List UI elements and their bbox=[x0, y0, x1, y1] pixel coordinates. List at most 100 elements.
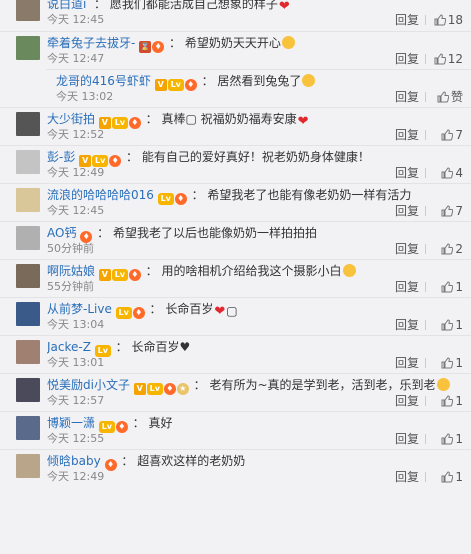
like-count: 7 bbox=[455, 128, 463, 142]
like-button[interactable]: 7 bbox=[429, 128, 463, 142]
reply-button[interactable]: 回复 bbox=[395, 432, 419, 446]
comment-item: 牵着兔子去拔牙- ⌛ ♦ ： 希望奶奶天天开心 今天 12:47 回复 12 bbox=[0, 31, 471, 69]
reply-button[interactable]: 回复 bbox=[395, 128, 419, 142]
avatar[interactable] bbox=[16, 302, 40, 326]
avatar[interactable] bbox=[16, 112, 40, 136]
username-link[interactable]: 牵着兔子去拔牙- bbox=[47, 36, 135, 50]
avatar[interactable] bbox=[16, 416, 40, 440]
avatar[interactable] bbox=[16, 454, 40, 478]
face-emoji-icon bbox=[281, 36, 295, 49]
face-emoji-icon bbox=[436, 378, 450, 391]
username-link[interactable]: 博颖一潇 bbox=[47, 416, 95, 430]
like-button[interactable]: 1 bbox=[429, 318, 463, 332]
like-button[interactable]: 7 bbox=[429, 204, 463, 218]
comment-line: 彭-彭 V Lv ♦ ： 能有自己的爱好真好！祝老奶奶身体健康！ bbox=[47, 147, 451, 169]
lv-badge-icon: Lv bbox=[115, 307, 132, 319]
comment-time: 今天 12:57 bbox=[47, 394, 105, 407]
divider bbox=[425, 206, 426, 216]
avatar[interactable] bbox=[16, 340, 40, 364]
comment-line: 龙哥的416号虾虾 V Lv ♦ ： 居然看到兔兔了 bbox=[56, 71, 451, 93]
v-badge-icon: V bbox=[154, 79, 167, 91]
reply-button[interactable]: 回复 bbox=[395, 52, 419, 66]
comment-line: 流浪的哈哈哈哈016 Lv ♦ ： 希望我老了也能有像老奶奶一样有活力 bbox=[47, 185, 451, 207]
avatar[interactable] bbox=[16, 226, 40, 250]
reply-button[interactable]: 回复 bbox=[395, 394, 419, 408]
comment-line: 啊阮姑娘 V Lv ♦ ： 用的啥相机介绍给我这个摄影小白 bbox=[47, 261, 451, 283]
comment-line: 大少街拍 V Lv ♦ ： 真棒▢ 祝福奶奶福寿安康❤ bbox=[47, 109, 451, 131]
avatar[interactable] bbox=[16, 378, 40, 402]
separator: ： bbox=[132, 416, 145, 430]
divider bbox=[425, 396, 426, 406]
username-link[interactable]: 流浪的哈哈哈哈016 bbox=[47, 188, 154, 202]
like-button[interactable]: 12 bbox=[429, 52, 463, 66]
reply-button[interactable]: 回复 bbox=[395, 13, 419, 27]
like-count: 赞 bbox=[450, 90, 463, 104]
heart-emoji-icon: ❤ bbox=[297, 114, 309, 129]
user-badges: V Lv ♦ bbox=[98, 111, 142, 131]
comment-text: 希望我老了也能有像老奶奶一样有活力 bbox=[207, 188, 412, 202]
avatar[interactable] bbox=[16, 264, 40, 288]
like-button[interactable]: 4 bbox=[429, 166, 463, 180]
like-button[interactable]: 18 bbox=[429, 13, 463, 27]
divider bbox=[425, 358, 426, 368]
flame-badge-icon: ♦ bbox=[104, 459, 117, 471]
flame-badge-icon: ♦ bbox=[163, 383, 176, 395]
comment-line: AO钙 ♦ ： 希望我老了以后也能像奶奶一样拍拍拍 bbox=[47, 223, 451, 245]
comment-text: 愿我们都能活成自己想象的样子 bbox=[109, 0, 278, 11]
reply-button[interactable]: 回复 bbox=[395, 204, 419, 218]
flame-badge-icon: ♦ bbox=[132, 307, 145, 319]
divider bbox=[425, 168, 426, 178]
like-button[interactable]: 1 bbox=[429, 356, 463, 370]
avatar[interactable] bbox=[16, 150, 40, 174]
avatar[interactable] bbox=[16, 188, 40, 212]
flame-badge-icon: ♦ bbox=[152, 41, 165, 53]
comment-time: 今天 12:49 bbox=[47, 166, 105, 179]
separator: ： bbox=[121, 454, 134, 468]
like-count: 12 bbox=[447, 52, 463, 66]
reply-button[interactable]: 回复 bbox=[395, 470, 419, 484]
username-link[interactable]: 大少街拍 bbox=[47, 112, 95, 126]
username-link[interactable]: 从前梦-Live bbox=[47, 302, 112, 316]
username-link[interactable]: 龙哥的416号虾虾 bbox=[56, 74, 151, 88]
unknown-glyph-icon: ▢ bbox=[226, 304, 238, 318]
hg-badge-icon: ⌛ bbox=[139, 41, 152, 53]
lv-badge-icon: Lv bbox=[111, 117, 128, 129]
like-count: 4 bbox=[455, 166, 463, 180]
username-link[interactable]: 啊阮姑娘 bbox=[47, 264, 95, 278]
flame-badge-icon: ♦ bbox=[128, 117, 141, 129]
comment-line: 从前梦-Live Lv ♦ ： 长命百岁❤▢ bbox=[47, 299, 451, 321]
thumb-up-icon bbox=[441, 204, 455, 218]
username-link[interactable]: 倾晗baby bbox=[47, 454, 101, 468]
like-button[interactable]: 2 bbox=[429, 242, 463, 256]
thumb-up-icon bbox=[441, 128, 455, 142]
reply-button[interactable]: 回复 bbox=[395, 90, 419, 104]
reply-button[interactable]: 回复 bbox=[395, 242, 419, 256]
comment-line: 牵着兔子去拔牙- ⌛ ♦ ： 希望奶奶天天开心 bbox=[47, 33, 451, 55]
username-link[interactable]: 说白道i bbox=[47, 0, 86, 11]
username-link[interactable]: 悦美励di小文子 bbox=[47, 378, 130, 392]
like-button[interactable]: 1 bbox=[429, 394, 463, 408]
reply-button[interactable]: 回复 bbox=[395, 318, 419, 332]
comment-line: 说白道i ： 愿我们都能活成自己想象的样子❤ bbox=[47, 0, 451, 14]
comment-text: 希望我老了以后也能像奶奶一样拍拍拍 bbox=[112, 226, 317, 240]
username-link[interactable]: 彭-彭 bbox=[47, 150, 75, 164]
thumb-up-icon bbox=[441, 242, 455, 256]
divider bbox=[425, 282, 426, 292]
like-button[interactable]: 1 bbox=[429, 470, 463, 484]
avatar[interactable] bbox=[16, 36, 40, 60]
comment-item: 大少街拍 V Lv ♦ ： 真棒▢ 祝福奶奶福寿安康❤ 今天 12:52 回复 7 bbox=[0, 107, 471, 145]
reply-button[interactable]: 回复 bbox=[395, 356, 419, 370]
thumb-up-icon bbox=[437, 90, 451, 104]
username-link[interactable]: Jacke-Z bbox=[47, 340, 91, 354]
comment-time: 今天 12:47 bbox=[47, 52, 105, 65]
avatar[interactable] bbox=[16, 0, 40, 21]
reply-button[interactable]: 回复 bbox=[395, 166, 419, 180]
comment-item: 流浪的哈哈哈哈016 Lv ♦ ： 希望我老了也能有像老奶奶一样有活力 今天 12… bbox=[0, 183, 471, 221]
reply-button[interactable]: 回复 bbox=[395, 280, 419, 294]
like-button[interactable]: 1 bbox=[429, 432, 463, 446]
like-count: 1 bbox=[455, 394, 463, 408]
like-button[interactable]: 赞 bbox=[429, 90, 463, 104]
comment-text: 真棒▢ 祝福奶奶福寿安康 bbox=[161, 112, 297, 126]
like-button[interactable]: 1 bbox=[429, 280, 463, 294]
username-link[interactable]: AO钙 bbox=[47, 226, 76, 240]
